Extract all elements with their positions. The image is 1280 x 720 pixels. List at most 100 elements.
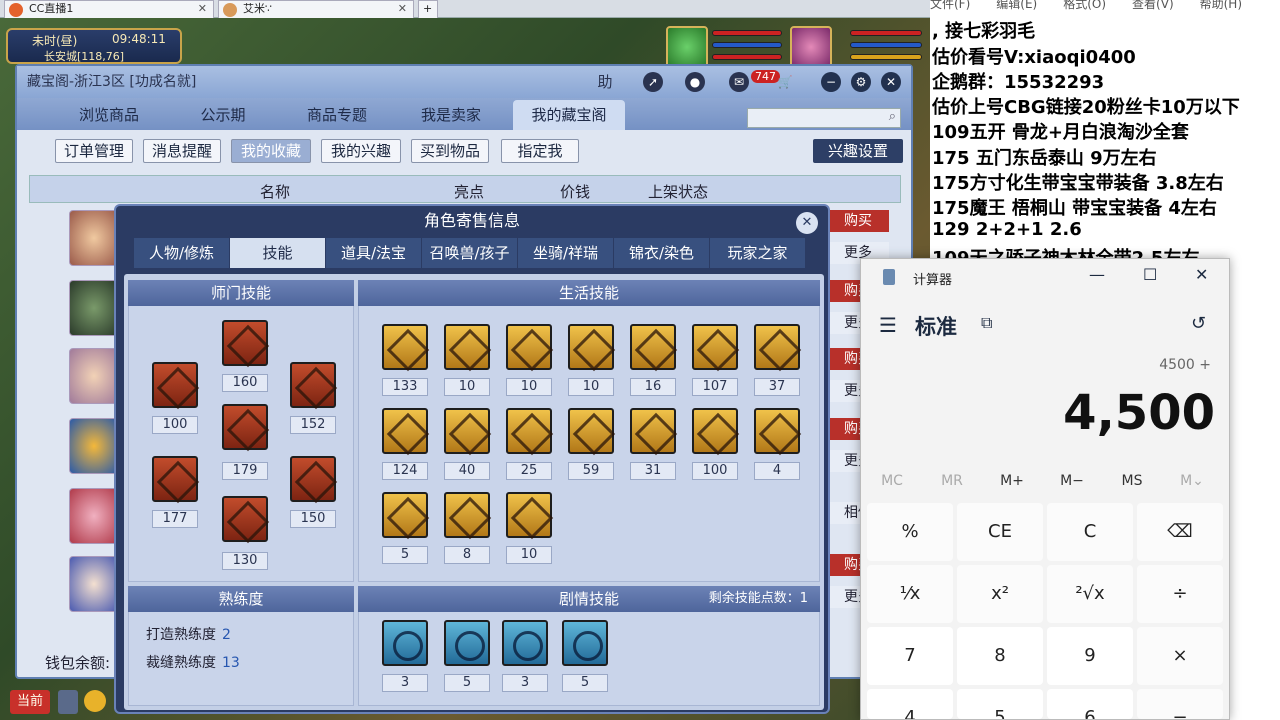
life-skill-icon[interactable] [444,408,490,454]
menu-icon[interactable]: ☰ [879,313,897,337]
player-avatar[interactable] [790,26,832,68]
minimize-icon[interactable]: − [821,72,841,92]
tab-pets[interactable]: 召唤兽/孩子 [422,238,518,268]
tab-home[interactable]: 玩家之家 [710,238,806,268]
life-skill-icon[interactable] [444,492,490,538]
tab-mounts[interactable]: 坐骑/祥瑞 [518,238,614,268]
tab-topics[interactable]: 商品专题 [281,100,393,130]
school-skill-icon[interactable] [152,456,198,502]
assigned-to-me-button[interactable]: 指定我 [501,139,579,163]
order-management-button[interactable]: 订单管理 [55,139,133,163]
search-input[interactable]: ⌕ [747,108,901,128]
school-skill-icon[interactable] [152,362,198,408]
my-interests-button[interactable]: 我的兴趣 [321,139,401,163]
digit-6-button[interactable]: 6 [1047,689,1133,719]
story-skill-icon[interactable] [444,620,490,666]
browser-tab[interactable]: CC直播1 ✕ [4,0,214,18]
my-favorites-button[interactable]: 我的收藏 [231,139,311,163]
life-skill-icon[interactable] [382,492,428,538]
digit-5-button[interactable]: 5 [957,689,1043,719]
close-icon[interactable]: ✕ [198,1,207,17]
life-skill-icon[interactable] [382,324,428,370]
tab-items[interactable]: 道具/法宝 [326,238,422,268]
tab-my-treasure[interactable]: 我的藏宝阁 [513,100,625,130]
subtract-button[interactable]: − [1137,689,1223,719]
memory-clear-button[interactable]: MC [867,473,917,489]
divide-button[interactable]: ÷ [1137,565,1223,623]
close-icon[interactable]: ✕ [881,72,901,92]
tab-browse[interactable]: 浏览商品 [53,100,165,130]
square-button[interactable]: x² [957,565,1043,623]
life-skill-icon[interactable] [630,324,676,370]
role-avatar[interactable] [69,348,119,404]
menu-view[interactable]: 查看(V) [1132,0,1174,11]
microphone-icon[interactable] [58,690,78,714]
life-skill-icon[interactable] [630,408,676,454]
memory-recall-button[interactable]: MR [927,473,977,489]
school-skill-icon[interactable] [290,456,336,502]
pet-avatar[interactable] [666,26,708,68]
menu-edit[interactable]: 编辑(E) [996,0,1037,11]
browser-tab[interactable]: 艾米∵ ✕ [218,0,414,18]
reciprocal-button[interactable]: ¹⁄x [867,565,953,623]
help-button[interactable]: 助 [595,72,615,92]
tab-character[interactable]: 人物/修炼 [134,238,230,268]
interest-settings-button[interactable]: 兴趣设置 [813,139,903,163]
school-skill-icon[interactable] [222,320,268,366]
life-skill-icon[interactable] [506,492,552,538]
square-root-button[interactable]: ²√x [1047,565,1133,623]
message-icon[interactable]: ✉ [729,72,749,92]
close-icon[interactable]: ✕ [1195,265,1208,284]
life-skill-icon[interactable] [692,324,738,370]
digit-9-button[interactable]: 9 [1047,627,1133,685]
menu-help[interactable]: 帮助(H) [1200,0,1242,11]
school-skill-icon[interactable] [222,496,268,542]
maximize-icon[interactable]: ☐ [1143,265,1157,284]
clear-button[interactable]: C [1047,503,1133,561]
tab-announcement[interactable]: 公示期 [167,100,279,130]
message-reminder-button[interactable]: 消息提醒 [143,139,221,163]
menu-format[interactable]: 格式(O) [1063,0,1106,11]
search-icon[interactable]: ⌕ [889,109,896,124]
story-skill-icon[interactable] [382,620,428,666]
bought-items-button[interactable]: 买到物品 [411,139,489,163]
clear-entry-button[interactable]: CE [957,503,1043,561]
multiply-button[interactable]: × [1137,627,1223,685]
close-icon[interactable]: ✕ [398,1,407,17]
history-icon[interactable]: ↺ [1191,313,1206,334]
life-skill-icon[interactable] [568,324,614,370]
new-tab-button[interactable]: + [418,0,438,18]
school-skill-icon[interactable] [290,362,336,408]
life-skill-icon[interactable] [754,324,800,370]
life-skill-icon[interactable] [506,408,552,454]
role-avatar[interactable] [69,210,119,266]
role-avatar[interactable] [69,556,119,612]
menu-file[interactable]: 文件(F) [930,0,970,11]
tab-skills[interactable]: 技能 [230,238,326,268]
life-skill-icon[interactable] [754,408,800,454]
digit-8-button[interactable]: 8 [957,627,1043,685]
life-skill-icon[interactable] [506,324,552,370]
tab-outfits[interactable]: 锦衣/染色 [614,238,710,268]
memory-subtract-button[interactable]: M− [1047,473,1097,489]
percent-button[interactable]: % [867,503,953,561]
cart-icon[interactable]: 🛒 [775,72,795,92]
role-avatar[interactable] [69,280,119,336]
tab-seller[interactable]: 我是卖家 [395,100,507,130]
life-skill-icon[interactable] [568,408,614,454]
role-avatar[interactable] [69,488,119,544]
share-icon[interactable]: ➚ [643,72,663,92]
digit-4-button[interactable]: 4 [867,689,953,719]
record-icon[interactable]: ● [685,72,705,92]
school-skill-icon[interactable] [222,404,268,450]
story-skill-icon[interactable] [562,620,608,666]
gear-icon[interactable]: ⚙ [851,72,871,92]
minimize-icon[interactable]: — [1089,265,1105,284]
digit-7-button[interactable]: 7 [867,627,953,685]
life-skill-icon[interactable] [444,324,490,370]
chat-channel-button[interactable]: 当前 [10,690,50,714]
memory-store-button[interactable]: MS [1107,473,1157,489]
memory-list-button[interactable]: M⌄ [1167,473,1217,489]
life-skill-icon[interactable] [382,408,428,454]
memory-add-button[interactable]: M+ [987,473,1037,489]
